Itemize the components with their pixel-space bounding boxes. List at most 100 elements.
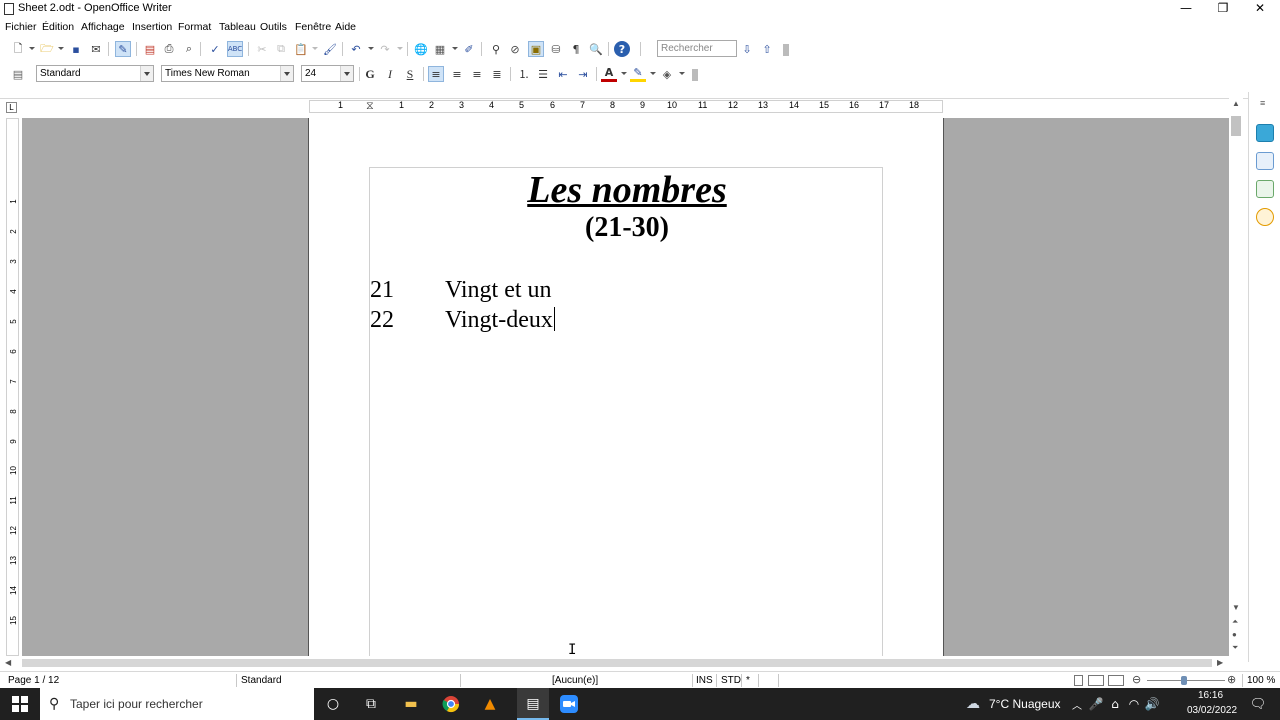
chevron-down-icon[interactable] (650, 72, 656, 75)
menu-format[interactable]: Format (178, 21, 211, 33)
horizontal-ruler[interactable]: 1 ⧖ 1 2 3 4 5 6 7 8 9 10 11 12 13 14 15 … (309, 100, 943, 113)
spellcheck-icon[interactable]: ✓ (207, 41, 223, 57)
minimize-button[interactable]: — (1168, 0, 1204, 18)
tray-chevron-icon[interactable]: ︿ (1072, 697, 1082, 712)
data-sources-icon[interactable]: ⛁ (548, 41, 564, 57)
redo-icon[interactable]: ↷ (377, 41, 393, 57)
new-document-icon[interactable]: 🗋 (10, 41, 26, 57)
find-replace-icon[interactable]: ⚲ (488, 41, 504, 57)
paste-icon[interactable]: 📋 (293, 41, 309, 57)
bullets-icon[interactable]: ☰ (535, 66, 551, 82)
print-icon[interactable]: ⎙ (161, 41, 177, 57)
decrease-indent-icon[interactable]: ⇤ (555, 66, 571, 82)
horizontal-scrollbar[interactable]: ◀ ▶ (0, 656, 1229, 670)
scroll-up-icon[interactable]: ▲ (1232, 99, 1240, 108)
close-button[interactable]: ✕ (1242, 0, 1278, 18)
clock-time[interactable]: 16:16 (1198, 690, 1223, 701)
clone-formatting-icon[interactable]: 🖌 (322, 41, 338, 57)
selection-mode[interactable]: STD (721, 675, 741, 686)
gallery-icon[interactable]: ▣ (528, 41, 544, 57)
next-page-icon[interactable]: ⏷ (1232, 643, 1238, 653)
toolbar-handle[interactable] (692, 69, 698, 81)
clock-date[interactable]: 03/02/2022 (1187, 705, 1237, 716)
chevron-down-icon[interactable] (340, 66, 353, 81)
cut-icon[interactable]: ✂ (254, 41, 270, 57)
chevron-down-icon[interactable] (58, 47, 64, 50)
chevron-down-icon[interactable] (368, 47, 374, 50)
scroll-right-icon[interactable]: ▶ (1217, 658, 1223, 667)
chrome-icon[interactable] (441, 694, 461, 714)
text-area[interactable]: Les nombres (21-30) 21 Vingt et un 22 Vi… (369, 167, 883, 656)
search-field[interactable]: Rechercher (657, 40, 737, 57)
menu-tableau[interactable]: Tableau (219, 21, 256, 33)
help-icon[interactable]: ? (614, 41, 630, 57)
open-folder-icon[interactable]: 🗁 (39, 41, 55, 57)
numbering-icon[interactable]: ⒈ (516, 66, 532, 82)
vlc-icon[interactable]: ▲ (480, 694, 500, 714)
document-title[interactable]: Les nombres (370, 168, 884, 212)
hyperlink-icon[interactable]: 🌐 (413, 41, 429, 57)
book-view-icon[interactable] (1108, 675, 1124, 686)
autospellcheck-icon[interactable]: ABC (227, 41, 243, 57)
align-center-icon[interactable]: ≡ (449, 66, 465, 82)
restore-button[interactable]: ❐ (1205, 0, 1241, 18)
menu-edition[interactable]: Édition (42, 21, 74, 33)
weather-cloud-icon[interactable]: ☁ (963, 694, 983, 714)
menu-fenetre[interactable]: Fenêtre (295, 21, 331, 33)
justify-icon[interactable]: ≣ (489, 66, 505, 82)
italic-button[interactable]: I (382, 66, 398, 82)
styles-icon[interactable] (1256, 152, 1274, 170)
left-indent-marker[interactable]: ⧖ (366, 100, 374, 113)
align-right-icon[interactable]: ≡ (469, 66, 485, 82)
menu-affichage[interactable]: Affichage (81, 21, 125, 33)
zoom-app-icon[interactable] (559, 694, 579, 714)
undo-icon[interactable]: ↶ (348, 41, 364, 57)
navigator-icon[interactable]: ⊘ (507, 41, 523, 57)
formatting-marks-icon[interactable]: ¶ (568, 41, 584, 57)
notifications-icon[interactable]: 🗨 (1248, 694, 1268, 714)
scrollbar-thumb[interactable] (1231, 116, 1241, 136)
zoom-out-icon[interactable]: ⊖ (1132, 673, 1141, 686)
menu-fichier[interactable]: Fichier (5, 21, 37, 33)
increase-indent-icon[interactable]: ⇥ (575, 66, 591, 82)
align-left-icon[interactable]: ≡ (428, 66, 444, 82)
zoom-slider-handle[interactable] (1181, 676, 1187, 685)
menu-insertion[interactable]: Insertion (132, 21, 172, 33)
find-previous-icon[interactable]: ⇧ (759, 41, 775, 57)
navigation-icon[interactable]: ● (1232, 630, 1237, 639)
font-size-select[interactable]: 24 (301, 65, 354, 82)
menu-outils[interactable]: Outils (260, 21, 287, 33)
save-icon[interactable]: ▪ (68, 41, 84, 57)
chevron-down-icon[interactable] (679, 72, 685, 75)
sidebar-menu-icon[interactable]: ≡ (1260, 98, 1265, 108)
print-preview-icon[interactable]: ⌕ (181, 41, 197, 57)
navigator-sidebar-icon[interactable] (1256, 208, 1274, 226)
page-indicator[interactable]: Page 1 / 12 (8, 675, 59, 686)
previous-page-icon[interactable]: ⏶ (1232, 617, 1238, 627)
chevron-down-icon[interactable] (140, 66, 153, 81)
task-view-icon[interactable]: ⧉ (361, 694, 381, 714)
styles-formatting-icon[interactable]: ▤ (10, 66, 26, 82)
chevron-down-icon[interactable] (452, 47, 458, 50)
font-color-icon[interactable]: A (601, 66, 617, 82)
microphone-icon[interactable]: 🎤 (1086, 694, 1106, 714)
menu-aide[interactable]: Aide (335, 21, 356, 33)
document-subtitle[interactable]: (21-30) (370, 212, 884, 244)
font-name-select[interactable]: Times New Roman (161, 65, 294, 82)
background-color-icon[interactable]: ◈ (659, 66, 675, 82)
taskbar-search[interactable]: ⚲ Taper ici pour rechercher (40, 688, 314, 720)
export-pdf-icon[interactable]: ▤ (142, 41, 158, 57)
zoom-level[interactable]: 100 % (1247, 675, 1275, 686)
single-page-view-icon[interactable] (1074, 675, 1083, 686)
wifi-icon[interactable]: ◠ (1124, 694, 1144, 714)
find-next-icon[interactable]: ⇩ (739, 41, 755, 57)
language-indicator[interactable]: [Aucun(e)] (552, 675, 598, 686)
cortana-icon[interactable]: ○ (323, 694, 343, 714)
underline-button[interactable]: S (402, 66, 418, 82)
scrollbar-thumb[interactable] (22, 659, 1212, 667)
paragraph-style-select[interactable]: Standard (36, 65, 154, 82)
openoffice-writer-icon[interactable]: ▤ (523, 694, 543, 714)
email-icon[interactable]: ✉ (88, 41, 104, 57)
page-style[interactable]: Standard (241, 675, 282, 686)
zoom-in-icon[interactable]: ⊕ (1227, 673, 1236, 686)
